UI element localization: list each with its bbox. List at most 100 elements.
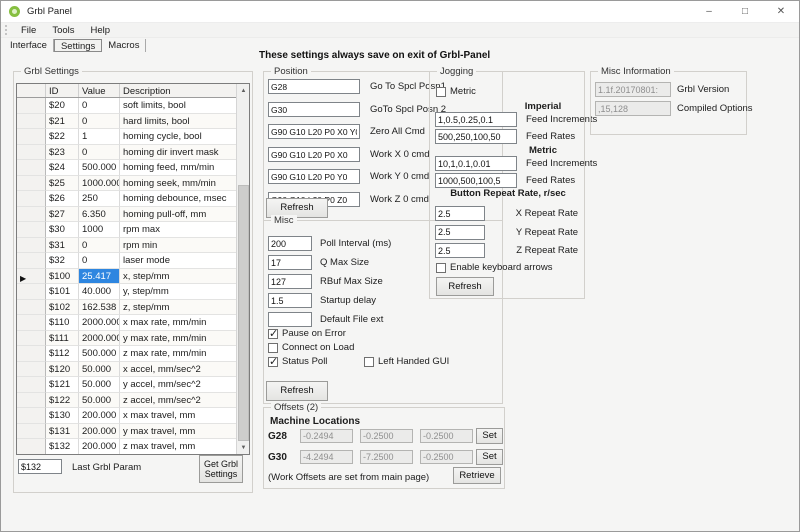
window-title: Grbl Panel (27, 6, 72, 17)
tab-interface[interactable]: Interface (4, 39, 54, 52)
table-row[interactable]: $230homing dir invert mask (17, 145, 238, 161)
table-row[interactable]: $276.350homing pull-off, mm (17, 207, 238, 223)
misc-field-input[interactable] (268, 274, 312, 289)
maximize-button[interactable]: □ (727, 1, 763, 22)
menu-item-tools[interactable]: Tools (44, 24, 82, 37)
table-row[interactable]: $26250homing debounce, msec (17, 191, 238, 207)
table-row[interactable]: $210hard limits, bool (17, 114, 238, 130)
table-row[interactable]: $251000.000homing seek, mm/min (17, 176, 238, 192)
table-row[interactable]: $1102000.000x max rate, mm/min (17, 315, 238, 331)
cell-value[interactable]: 50.000 (79, 377, 120, 393)
misc-field-input[interactable] (268, 293, 312, 308)
table-row[interactable]: $102162.538z, step/mm (17, 300, 238, 316)
cell-value[interactable]: 162.538 (79, 300, 120, 316)
cell-value[interactable]: 0 (79, 253, 120, 269)
cell-value[interactable]: 0 (79, 145, 120, 161)
cell-value[interactable]: 1000.000 (79, 176, 120, 192)
get-grbl-settings-button[interactable]: Get Grbl Settings (199, 455, 243, 483)
misc-field-label: Poll Interval (ms) (320, 236, 391, 251)
cell-value[interactable]: 200.000 (79, 408, 120, 424)
cell-value[interactable]: 0 (79, 98, 120, 114)
jogging-refresh-button[interactable]: Refresh (436, 277, 494, 296)
enable-keyboard-arrows-checkbox[interactable]: Enable keyboard arrows (436, 262, 552, 273)
jog-feed-input[interactable] (435, 156, 517, 171)
grbl-settings-table[interactable]: IDValueDescription $200soft limits, bool… (16, 83, 250, 455)
misc-refresh-button[interactable]: Refresh (266, 381, 328, 401)
misc-info-label: Grbl Version (677, 82, 729, 97)
row-header-cell (17, 98, 46, 114)
last-grbl-param-input[interactable] (18, 459, 62, 474)
connect-on-load-checkbox[interactable]: Connect on Load (268, 342, 354, 353)
cell-value[interactable]: 500.000 (79, 346, 120, 362)
cell-value[interactable]: 200.000 (79, 424, 120, 440)
jog-feed-input[interactable] (435, 173, 517, 188)
misc-field-input[interactable] (268, 312, 312, 327)
cell-value[interactable]: 0 (79, 114, 120, 130)
table-row[interactable]: $310rpm min (17, 238, 238, 254)
cell-value[interactable]: 40.000 (79, 284, 120, 300)
table-row[interactable]: $12050.000x accel, mm/sec^2 (17, 362, 238, 378)
repeat-rate-input[interactable] (435, 243, 485, 258)
cell-id: $122 (46, 393, 79, 409)
table-row[interactable]: $132200.000z max travel, mm (17, 439, 238, 455)
metric-checkbox-label: Metric (450, 86, 476, 97)
cell-description: y max rate, mm/min (120, 331, 238, 347)
tab-settings[interactable]: Settings (54, 39, 102, 52)
table-row[interactable]: $221homing cycle, bool (17, 129, 238, 145)
position-cmd-input[interactable] (268, 124, 360, 139)
cell-value[interactable]: 1 (79, 129, 120, 145)
misc-field-input[interactable] (268, 236, 312, 251)
table-row[interactable]: ▶$10025.417x, step/mm (17, 269, 238, 285)
pause-on-error-checkbox[interactable]: Pause on Error (268, 328, 346, 339)
minimize-button[interactable]: – (691, 1, 727, 22)
retrieve-button[interactable]: Retrieve (453, 467, 501, 484)
jog-feed-input[interactable] (435, 129, 517, 144)
left-handed-gui-checkbox[interactable]: Left Handed GUI (364, 356, 449, 367)
table-row[interactable]: $12250.000z accel, mm/sec^2 (17, 393, 238, 409)
repeat-rate-input[interactable] (435, 225, 485, 240)
jog-feed-input[interactable] (435, 112, 517, 127)
cell-value[interactable]: 500.000 (79, 160, 120, 176)
cell-value[interactable]: 6.350 (79, 207, 120, 223)
position-cmd-input[interactable] (268, 102, 360, 117)
table-row[interactable]: $320laser mode (17, 253, 238, 269)
set-button[interactable]: Set (476, 428, 503, 444)
cell-value[interactable]: 2000.000 (79, 315, 120, 331)
metric-checkbox[interactable]: Metric (436, 86, 476, 97)
menu-item-file[interactable]: File (13, 24, 44, 37)
offset-value-input (300, 450, 353, 464)
row-header-cell (17, 408, 46, 424)
table-row[interactable]: $131200.000y max travel, mm (17, 424, 238, 440)
status-poll-checkbox[interactable]: Status Poll (268, 356, 327, 367)
table-row[interactable]: $24500.000homing feed, mm/min (17, 160, 238, 176)
cell-value[interactable]: 1000 (79, 222, 120, 238)
menu-item-help[interactable]: Help (83, 24, 119, 37)
tab-macros[interactable]: Macros (102, 39, 146, 52)
cell-value[interactable]: 250 (79, 191, 120, 207)
close-button[interactable]: ✕ (763, 1, 799, 22)
cell-value[interactable]: 200.000 (79, 439, 120, 455)
set-button[interactable]: Set (476, 449, 503, 465)
position-cmd-input[interactable] (268, 169, 360, 184)
cell-value[interactable]: 50.000 (79, 362, 120, 378)
table-row[interactable]: $112500.000z max rate, mm/min (17, 346, 238, 362)
position-cmd-input[interactable] (268, 79, 360, 94)
scrollbar-up-icon[interactable]: ▲ (237, 84, 250, 97)
table-row[interactable]: $130200.000x max travel, mm (17, 408, 238, 424)
table-row[interactable]: $1112000.000y max rate, mm/min (17, 331, 238, 347)
cell-value[interactable]: 0 (79, 238, 120, 254)
cell-value[interactable]: 25.417 (79, 269, 120, 285)
position-cmd-input[interactable] (268, 147, 360, 162)
cell-description: z max rate, mm/min (120, 346, 238, 362)
table-scrollbar[interactable]: ▲ ▼ (236, 84, 249, 454)
repeat-rate-input[interactable] (435, 206, 485, 221)
scrollbar-thumb[interactable] (238, 185, 249, 441)
scrollbar-down-icon[interactable]: ▼ (237, 441, 250, 454)
misc-field-input[interactable] (268, 255, 312, 270)
table-row[interactable]: $12150.000y accel, mm/sec^2 (17, 377, 238, 393)
table-row[interactable]: $10140.000y, step/mm (17, 284, 238, 300)
cell-value[interactable]: 2000.000 (79, 331, 120, 347)
table-row[interactable]: $301000rpm max (17, 222, 238, 238)
table-row[interactable]: $200soft limits, bool (17, 98, 238, 114)
cell-value[interactable]: 50.000 (79, 393, 120, 409)
